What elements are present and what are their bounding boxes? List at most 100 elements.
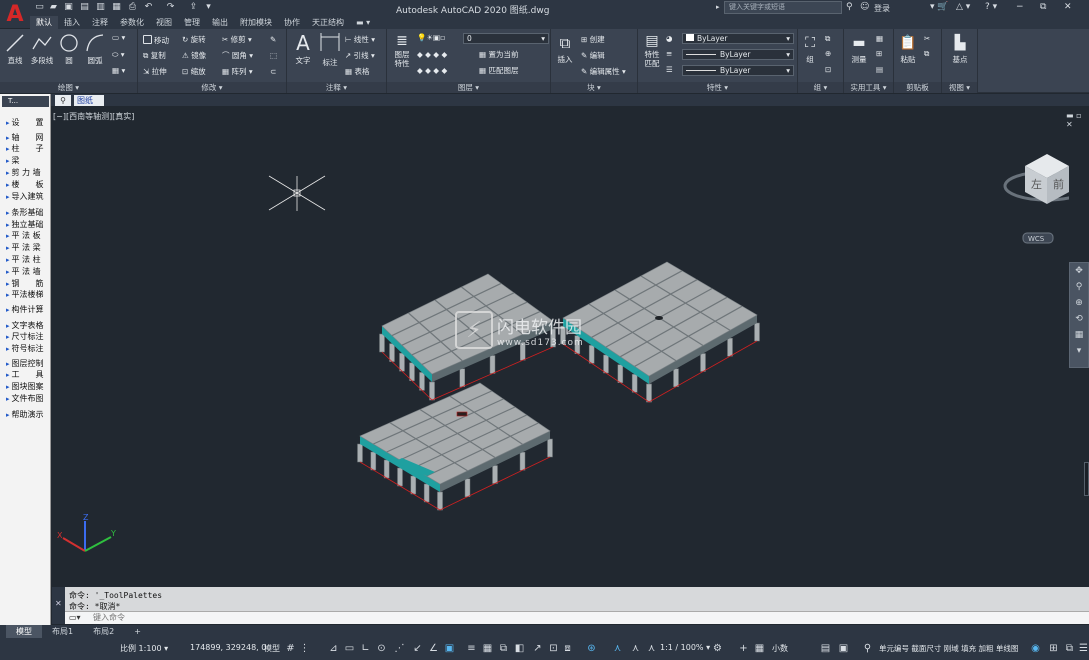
annotation-panel-title[interactable]: 注释 ▾ [287, 82, 386, 93]
tab-home[interactable]: 默认 [30, 16, 58, 29]
save-icon[interactable]: ▣ [63, 2, 74, 13]
command-input[interactable]: 键入命令 [65, 611, 1089, 624]
leader-button[interactable]: ↗ 引线 ▾ [345, 51, 375, 61]
layer-dropdown[interactable]: 0 ▾ [463, 33, 549, 44]
undo-icon[interactable]: ↶ [143, 2, 154, 13]
quick-access-dropdown-icon[interactable]: ▾ [203, 2, 214, 13]
start-tab-icon[interactable]: ⚲ [55, 95, 71, 106]
palette-item[interactable]: 轴 网 [6, 132, 51, 143]
viewcube-front-face[interactable]: 前 [1053, 177, 1064, 191]
app-store-icon[interactable]: ▾ 🛒 [930, 2, 949, 12]
palette-header[interactable]: T... [2, 96, 49, 107]
scroll-handle[interactable] [1084, 462, 1089, 496]
palette-item[interactable]: 文件布图 [6, 393, 51, 404]
clean-screen-icon[interactable]: ⊞ [1048, 643, 1059, 654]
palette-item[interactable]: 平法楼梯 [6, 289, 51, 300]
palette-item[interactable]: 构件计算 [6, 304, 51, 315]
palette-item[interactable]: 文字表格 [6, 320, 51, 331]
move-button[interactable]: 移动 [143, 35, 169, 46]
object-snap-tracking-icon[interactable]: ↙ [412, 643, 423, 654]
palette-item[interactable]: 条形基础 [6, 207, 51, 218]
auto-scale-icon[interactable]: ⋏ [630, 643, 641, 654]
palette-item[interactable]: 符号标注 [6, 343, 51, 354]
viewcube[interactable]: 左 前 WCS [1003, 154, 1069, 244]
quick-select-icon[interactable]: ⊞ [876, 49, 882, 59]
object-snap-icon[interactable]: ▣ [444, 643, 455, 654]
autodesk-a360-icon[interactable]: △ ▾ [956, 2, 970, 12]
customization-menu-icon[interactable]: ☰ [1078, 643, 1089, 654]
draw-panel-title[interactable]: 绘图 ▾ [0, 82, 137, 93]
units-icon[interactable]: ▦ [754, 643, 765, 654]
measure-button[interactable]: ▬ 测量 [846, 32, 872, 65]
help-icon[interactable]: ? ▾ [985, 2, 997, 12]
command-window-grip[interactable]: ✕ [52, 587, 65, 624]
polyline-button[interactable]: 多段线 [28, 33, 56, 66]
app-logo-button[interactable]: A [0, 0, 30, 28]
layers-panel-title[interactable]: 图层 ▾ [387, 82, 550, 93]
tab-addins[interactable]: 附加模块 [234, 16, 278, 29]
block-panel-title[interactable]: 块 ▾ [551, 82, 637, 93]
lock-ui-icon[interactable]: ▣ [838, 643, 849, 654]
model-space-button[interactable]: 模型 [264, 643, 280, 654]
palette-item[interactable]: 平 法 柱 [6, 254, 51, 265]
palette-item[interactable]: 尺寸标注 [6, 331, 51, 342]
dynamic-ucs-icon[interactable]: ↗ [532, 643, 543, 654]
tab-collaborate[interactable]: 协作 [278, 16, 306, 29]
annotation-scale-icon[interactable]: ⋏ [612, 643, 623, 654]
print-icon[interactable]: ⎙ [127, 2, 138, 13]
angle-icon[interactable]: ∠ [428, 643, 439, 654]
hardware-acceleration-icon[interactable]: ◉ [1030, 643, 1041, 654]
share-icon[interactable]: ⇪ [188, 2, 199, 13]
selection-filter-icon[interactable]: ⊡ [548, 643, 559, 654]
transparency-icon[interactable]: ▦ [482, 643, 493, 654]
coordinates-readout[interactable]: 174899, 329248, 0 [190, 643, 266, 652]
ribbon-options-icon[interactable]: ▬ ▾ [350, 16, 376, 29]
stretch-button[interactable]: ⇲ 拉伸 [143, 67, 167, 77]
scale-button[interactable]: ⊡ 缩放 [182, 67, 206, 77]
color-dropdown[interactable]: ByLayer ▾ [682, 33, 794, 44]
palette-item[interactable]: 梁 [6, 155, 51, 166]
tab-parametric[interactable]: 参数化 [114, 16, 150, 29]
match-properties-button[interactable]: ▤ 特性 匹配 [640, 32, 664, 68]
ellipse-icon[interactable]: ⬭ ▾ [112, 50, 125, 60]
palette-item[interactable]: 工 具 [6, 369, 51, 380]
utilities-panel-title[interactable]: 实用工具 ▾ [844, 82, 893, 93]
tab-annotate[interactable]: 注释 [86, 16, 114, 29]
web-mobile-icon[interactable]: ▥ [95, 2, 106, 13]
plot-icon[interactable]: ▦ [111, 2, 122, 13]
quick-properties-icon[interactable]: ▤ [820, 643, 831, 654]
layer-properties-button[interactable]: ≣ 图层 特性 [390, 32, 414, 68]
palette-item[interactable]: 设 置 [6, 117, 51, 128]
polar-icon[interactable]: ⊙ [376, 643, 387, 654]
color-wheel-icon[interactable]: ◕ [666, 34, 673, 44]
tab-view[interactable]: 视图 [150, 16, 178, 29]
trim-button[interactable]: ✂ 修剪 ▾ [222, 35, 252, 45]
wcs-button[interactable]: WCS [1028, 235, 1045, 243]
login-button[interactable]: 登录 [874, 3, 890, 14]
save-as-icon[interactable]: ▤ [79, 2, 90, 13]
infer-constraints-icon[interactable]: ⊿ [328, 643, 339, 654]
grid-icon[interactable]: # [285, 643, 296, 654]
copy-button[interactable]: ⧉ 复制 [143, 51, 166, 61]
explode-icon[interactable]: ⬚ [270, 51, 277, 61]
ortho-icon[interactable]: ∟ [360, 643, 371, 654]
erase-icon[interactable]: ✎ [270, 35, 276, 45]
palette-item[interactable]: 帮助演示 [6, 409, 51, 420]
tab-manage[interactable]: 管理 [178, 16, 206, 29]
tianzheng-display-options[interactable]: 单元编号 截面尺寸 刚域 填充 加粗 单线图 [879, 643, 1018, 654]
hatch-icon[interactable]: ▦ ▾ [112, 66, 125, 76]
line-button[interactable]: 直线 [4, 33, 26, 66]
palette-item[interactable]: 图块图案 [6, 381, 51, 392]
tab-layout1[interactable]: 布局1 [42, 625, 83, 638]
palette-item[interactable]: 楼 板 [6, 179, 51, 190]
fullscreen-icon[interactable]: ⧉ [1064, 643, 1075, 654]
circle-button[interactable]: 圆 [58, 33, 80, 66]
calculator-icon[interactable]: ▦ [876, 34, 883, 44]
fillet-button[interactable]: ⌒ 圆角 ▾ [222, 51, 253, 61]
ungroup-icon[interactable]: ⧉ [825, 34, 830, 44]
palette-item[interactable]: 平 法 梁 [6, 242, 51, 253]
palette-item[interactable]: 导入建筑 [6, 191, 51, 202]
viewcube-left-face[interactable]: 左 [1031, 178, 1042, 191]
edit-block-button[interactable]: ✎ 编辑 [581, 51, 605, 61]
annotation-monitor-icon[interactable]: + [738, 643, 749, 654]
